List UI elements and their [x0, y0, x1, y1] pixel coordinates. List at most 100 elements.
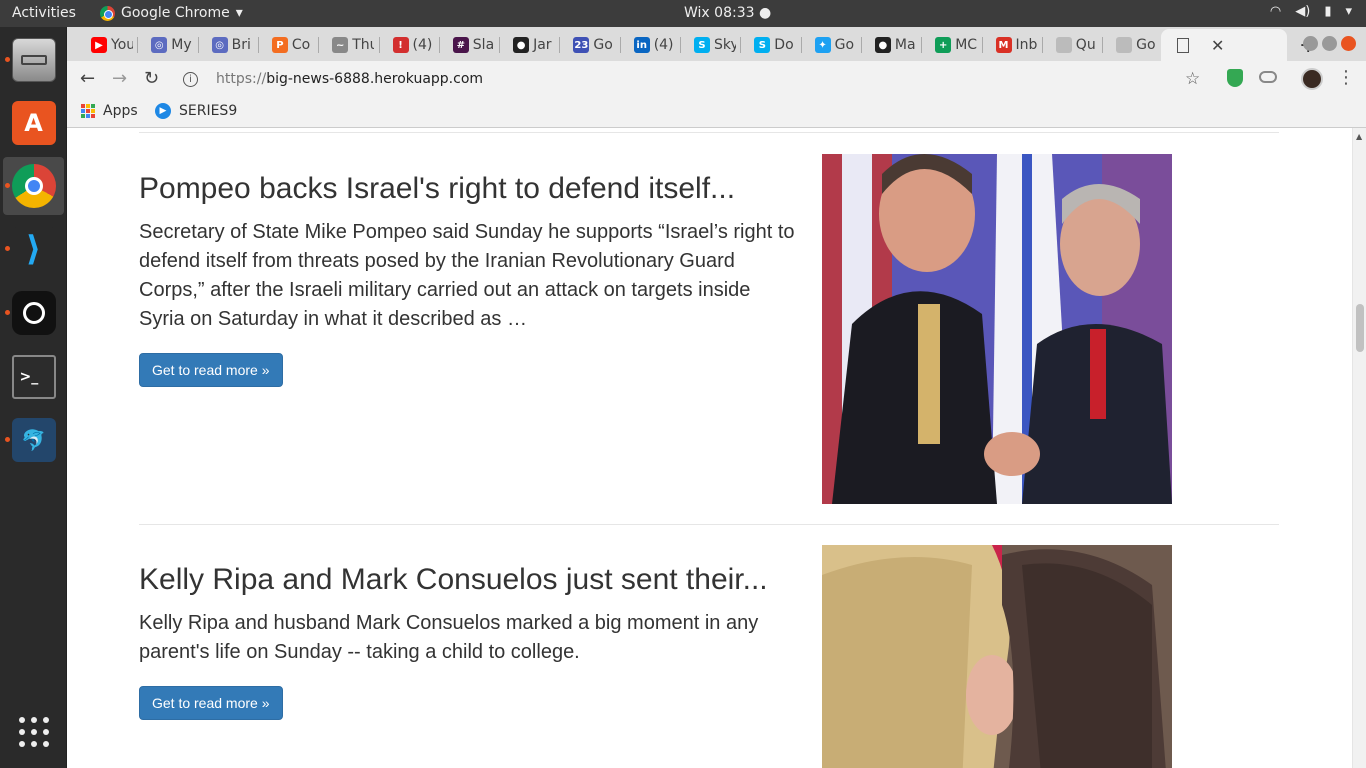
article-title: Pompeo backs Israel's right to defend it… [139, 172, 736, 205]
tab-item[interactable]: ✦ Go [799, 31, 857, 59]
bookmarks-bar: Apps ▶ SERIES9 [67, 97, 1366, 128]
running-indicator [5, 437, 10, 442]
page-icon [1177, 37, 1189, 53]
tab-item[interactable]: 23 Go [557, 31, 615, 59]
dock-camera[interactable] [3, 284, 64, 342]
tab-separator [680, 37, 681, 53]
read-more-button[interactable]: Get to read more » [139, 353, 283, 387]
minimize-button[interactable] [1303, 36, 1318, 51]
page-scrollbar[interactable]: ▲ [1352, 128, 1366, 768]
dock-terminal[interactable]: >_ [3, 348, 64, 406]
tab-item[interactable]: ● Ma [859, 31, 917, 59]
article-summary: Kelly Ripa and husband Mark Consuelos ma… [139, 612, 759, 663]
tab-label: Go [593, 37, 613, 53]
running-indicator [5, 57, 10, 62]
tab-label: Sla [472, 37, 495, 53]
tab-item[interactable]: ◎ My [135, 31, 193, 59]
linkedin-icon: in [633, 37, 650, 53]
read-more-button[interactable]: Get to read more » [139, 686, 283, 720]
clock[interactable]: Wix 08:33 ● [684, 5, 771, 21]
chevron-down-icon: ▾ [235, 5, 243, 21]
running-indicator [5, 183, 10, 188]
maximize-button[interactable] [1322, 36, 1337, 51]
tab-item[interactable]: M Inb [980, 31, 1038, 59]
dock-mysql-workbench[interactable]: 🐬 [3, 411, 64, 469]
tab-separator [1102, 37, 1104, 53]
profile-avatar[interactable] [1301, 68, 1323, 90]
bookmark-series9[interactable]: ▶ SERIES9 [155, 103, 237, 119]
tab-item[interactable]: ! (4) [377, 31, 435, 59]
tab-label: (4) [412, 37, 433, 53]
scrollbar-thumb[interactable] [1356, 304, 1364, 352]
vscode-icon: ⟩ [11, 227, 56, 271]
chrome-icon [11, 164, 56, 208]
tab-separator [137, 37, 139, 53]
window-controls [1303, 36, 1356, 51]
plus-icon: + [935, 37, 952, 53]
dock: A ⟩ >_ 🐬 [0, 27, 67, 768]
tab-separator [740, 37, 742, 53]
tab-separator [378, 37, 380, 53]
page-icon [1055, 37, 1072, 53]
dock-chrome[interactable] [3, 157, 64, 215]
tab-separator [499, 37, 501, 53]
address-bar[interactable]: i https://big-news-6888.herokuapp.com [175, 65, 1215, 93]
bookmark-label: SERIES9 [179, 103, 238, 119]
github-icon: ● [874, 37, 891, 53]
forward-button[interactable]: → [112, 68, 127, 89]
github-icon: ● [513, 37, 530, 53]
chrome-menu-button[interactable]: ⋮ [1337, 67, 1355, 88]
system-top-bar: Activities Google Chrome ▾ Wix 08:33 ● ◠… [0, 0, 1366, 27]
extension-icon[interactable] [1259, 71, 1277, 83]
tab-separator [800, 37, 802, 53]
close-icon[interactable]: ✕ [1211, 36, 1224, 55]
chrome-icon [100, 5, 115, 21]
shield-extension-icon[interactable] [1227, 69, 1243, 87]
system-tray[interactable]: ◠ ◀) ▮ ▾ [1270, 4, 1352, 19]
tab-item[interactable]: P Co [256, 31, 314, 59]
running-indicator [5, 310, 10, 315]
tab-item[interactable]: Qu [1040, 31, 1098, 59]
bookmark-star-icon[interactable]: ☆ [1185, 69, 1200, 89]
tab-item[interactable]: ▶ You [75, 31, 133, 59]
dock-vscode[interactable]: ⟩ [3, 220, 64, 278]
divider [139, 524, 1279, 525]
tab-separator [921, 37, 923, 53]
info-icon[interactable]: i [183, 71, 198, 87]
tab-active[interactable]: ✕ [1161, 29, 1287, 61]
calendar-icon: 23 [573, 37, 590, 53]
tab-separator [860, 37, 862, 53]
close-window-button[interactable] [1341, 36, 1356, 51]
tab-item[interactable]: ~ Thu [316, 31, 374, 59]
dock-software[interactable]: A [3, 94, 64, 152]
tab-item[interactable]: ● Jar [497, 31, 555, 59]
article-image[interactable] [822, 545, 1172, 768]
tab-label: Inb [1015, 37, 1038, 53]
tab-item[interactable]: S Do [738, 31, 796, 59]
reload-button[interactable]: ↻ [144, 68, 159, 89]
article-image[interactable] [822, 154, 1172, 504]
bookmark-apps[interactable]: Apps [81, 103, 138, 119]
slack-icon: # [452, 37, 469, 53]
tab-item[interactable]: ◎ Bri [196, 31, 254, 59]
tab-label: Go [1136, 37, 1156, 53]
tab-item[interactable]: in (4) [618, 31, 676, 59]
activities-button[interactable]: Activities [12, 5, 76, 21]
tab-item[interactable]: + MC [919, 31, 977, 59]
twitter-icon: ✦ [814, 37, 831, 53]
tab-label: Do [774, 37, 794, 53]
tab-item[interactable]: Go [1100, 31, 1158, 59]
show-applications-button[interactable] [3, 703, 64, 761]
app-menu-label: Google Chrome [121, 5, 230, 21]
tab-label: Go [834, 37, 855, 53]
scroll-up-icon[interactable]: ▲ [1356, 132, 1362, 141]
file-cabinet-icon [11, 38, 56, 82]
running-indicator [5, 246, 10, 251]
tab-item[interactable]: S Sky [678, 31, 736, 59]
article-card: Kelly Ripa and Mark Consuelos just sent … [139, 545, 1279, 768]
tab-separator [559, 37, 561, 53]
back-button[interactable]: ← [80, 68, 95, 89]
dock-files[interactable] [3, 31, 64, 89]
app-menu[interactable]: Google Chrome ▾ [100, 5, 243, 21]
tab-item[interactable]: # Sla [437, 31, 495, 59]
